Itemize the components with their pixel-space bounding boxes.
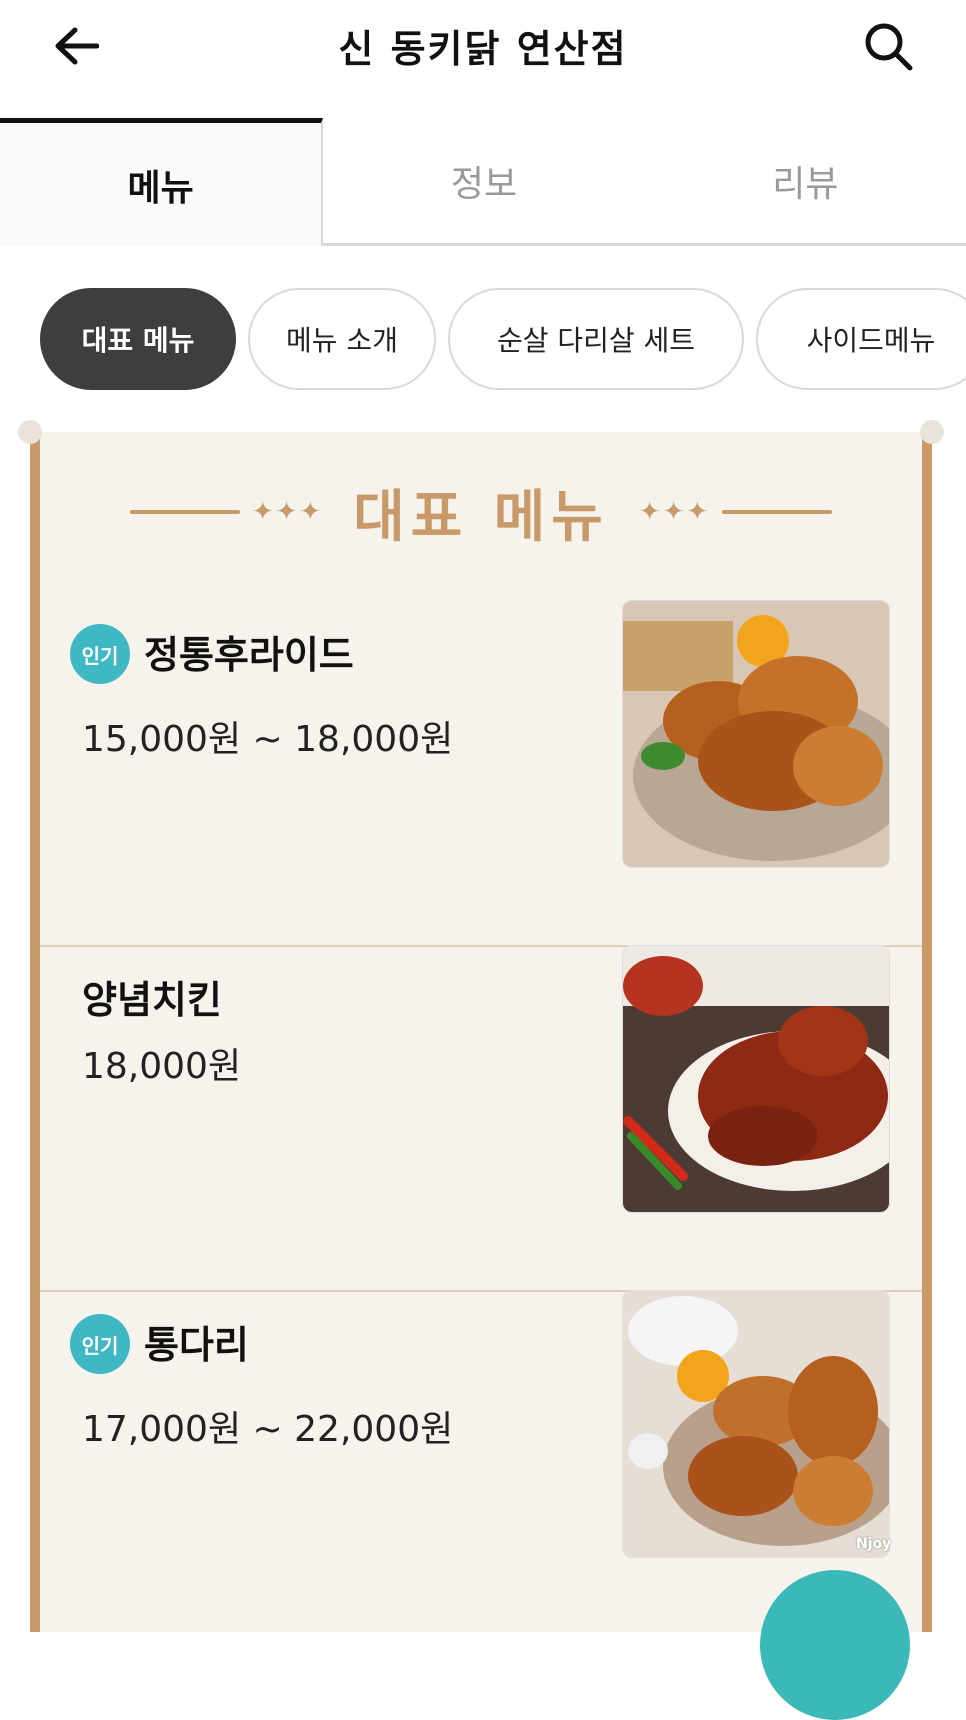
chip-side-menu[interactable]: 사이드메뉴: [756, 288, 966, 390]
page-title: 신 동키닭 연산점: [338, 27, 628, 71]
tab-info[interactable]: 정보: [323, 118, 645, 246]
drumstick-chicken-photo: [622, 1290, 890, 1558]
chip-boneless-set[interactable]: 순살 다리살 세트: [448, 288, 744, 390]
decorative-line: [722, 510, 833, 514]
watermark: Njoy: [856, 1536, 892, 1552]
decorative-line: [129, 510, 240, 514]
seasoned-chicken-photo: [622, 945, 890, 1213]
chip-menu-intro[interactable]: 메뉴 소개: [248, 288, 436, 390]
fried-chicken-photo: [622, 600, 890, 868]
menu-item-price: 17,000원 ~ 22,000원: [82, 1409, 454, 1450]
menu-board: ✦✦✦ 대표 메뉴 ✦✦✦ 인기 정통후라이드 15,000원 ~ 18,000…: [18, 420, 944, 1635]
search-button[interactable]: [856, 14, 920, 78]
search-icon: [865, 23, 913, 71]
board-header: ✦✦✦ 대표 메뉴 ✦✦✦: [40, 477, 922, 550]
star-decoration-icon: ✦✦✦: [638, 497, 711, 527]
menu-item-price: 18,000원: [82, 1046, 242, 1087]
star-decoration-icon: ✦✦✦: [251, 497, 324, 527]
menu-item[interactable]: 인기 정통후라이드 15,000원 ~ 18,000원: [40, 600, 922, 947]
popular-badge: 인기: [70, 1314, 130, 1374]
menu-item-name: 통다리: [144, 1323, 249, 1367]
tab-menu[interactable]: 메뉴: [0, 118, 324, 246]
popular-badge: 인기: [70, 624, 130, 684]
board-title: 대표 메뉴: [353, 484, 609, 550]
chip-signature-menu[interactable]: 대표 메뉴: [40, 288, 236, 390]
menu-item-price: 15,000원 ~ 18,000원: [82, 719, 454, 760]
tab-reviews[interactable]: 리뷰: [644, 118, 966, 246]
app-header: 신 동키닭 연산점: [0, 0, 966, 90]
menu-item-name: 정통후라이드: [144, 633, 354, 677]
category-chips: 대표 메뉴 메뉴 소개 순살 다리살 세트 사이드메뉴: [40, 288, 966, 394]
menu-item-name: 양념치킨: [82, 978, 222, 1022]
floating-action-button[interactable]: [760, 1570, 910, 1720]
tab-bar: 메뉴 정보 리뷰: [0, 118, 966, 246]
menu-item[interactable]: 양념치킨 18,000원: [40, 945, 922, 1292]
menu-item[interactable]: 인기 통다리 17,000원 ~ 22,000원: [40, 1290, 922, 1635]
